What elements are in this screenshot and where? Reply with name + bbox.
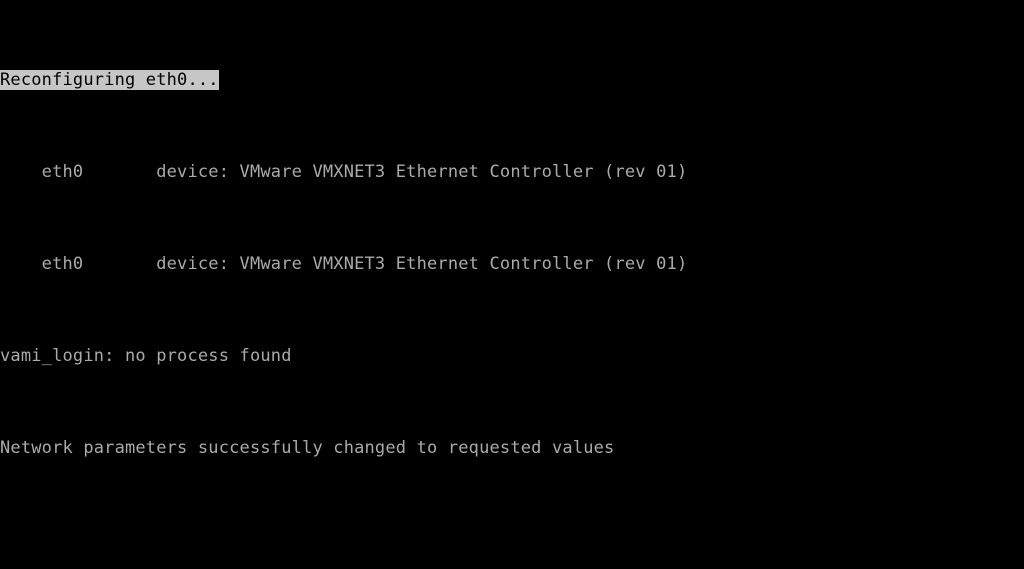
line-network-changed: Network parameters successfully changed … — [0, 438, 615, 458]
line-status-reconfiguring: Reconfiguring eth0... — [0, 69, 1024, 92]
terminal-output: Reconfiguring eth0... eth0 device: VMwar… — [0, 0, 1024, 569]
line-device-eth0-second: eth0 device: VMware VMXNET3 Ethernet Con… — [0, 254, 688, 274]
line-vami-login-status: vami_login: no process found — [0, 346, 292, 366]
line-device-eth0-first: eth0 device: VMware VMXNET3 Ethernet Con… — [0, 162, 688, 182]
line-spacer-1 — [0, 529, 1024, 552]
terminal-screen[interactable]: Reconfiguring eth0... eth0 device: VMwar… — [0, 0, 1024, 569]
status-reconfiguring-text: Reconfiguring eth0... — [0, 70, 219, 90]
